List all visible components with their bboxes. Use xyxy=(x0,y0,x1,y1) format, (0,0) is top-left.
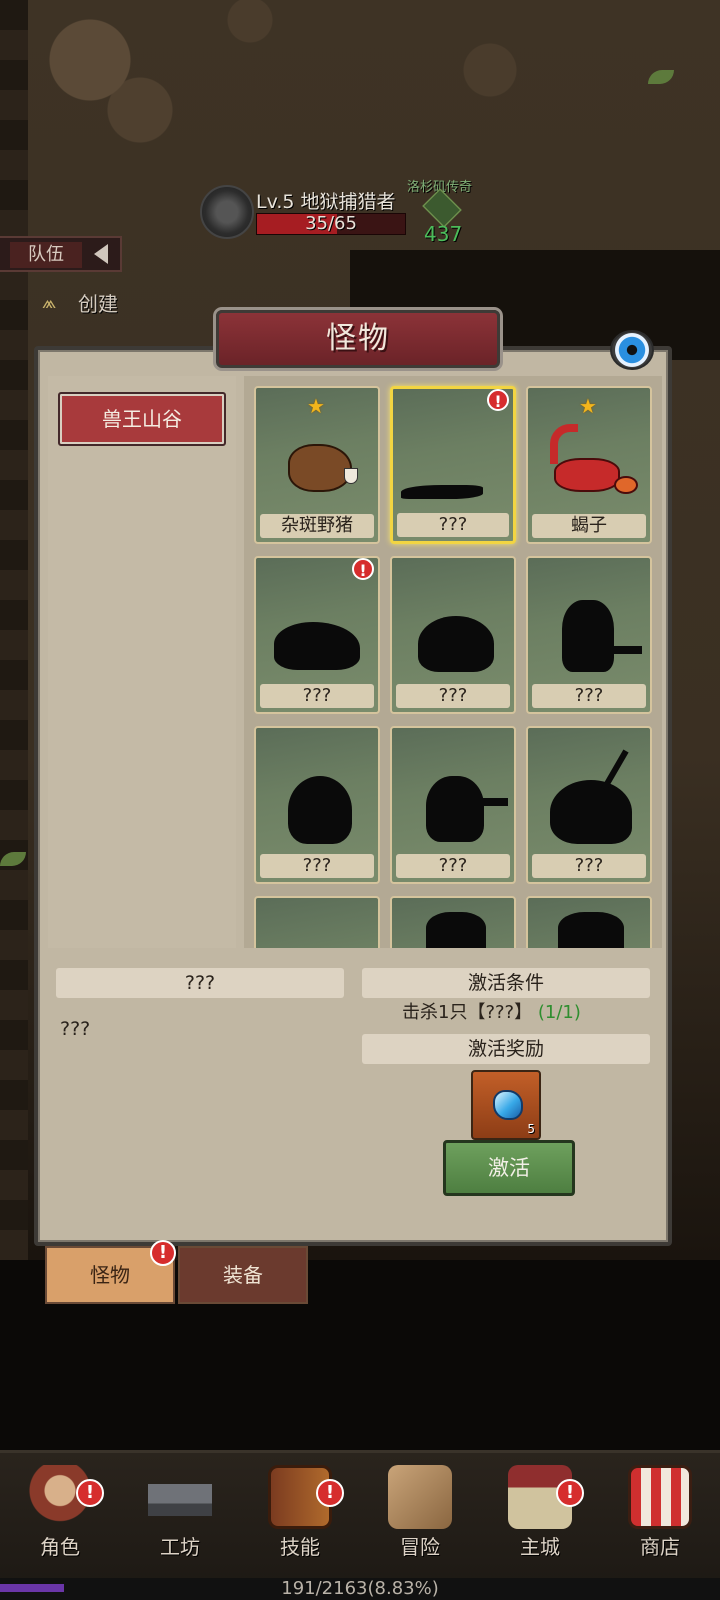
nav-label: 冒险 xyxy=(400,1535,440,1559)
ally-power: 437 xyxy=(424,222,463,246)
reward-title: 激活奖励 xyxy=(362,1034,650,1064)
enemy-avatar xyxy=(200,185,254,239)
condition-title: 激活条件 xyxy=(362,968,650,998)
monster-card[interactable] xyxy=(390,896,516,948)
monster-card[interactable]: ! ??? xyxy=(254,556,380,714)
map-leaf xyxy=(648,70,674,84)
xp-bar: 191/2163(8.83%) xyxy=(0,1578,720,1600)
star-icon: ★ xyxy=(579,394,597,418)
tab-equip[interactable]: 装备 xyxy=(178,1246,308,1304)
activate-button[interactable]: 激活 xyxy=(443,1140,575,1196)
monster-card[interactable]: ??? xyxy=(526,726,652,884)
nav-item-adventure[interactable]: 冒险 xyxy=(360,1465,480,1585)
scorpion-claw xyxy=(614,476,638,494)
monster-silhouette xyxy=(274,622,360,670)
adventure-map-icon xyxy=(388,1465,452,1529)
monster-name: ??? xyxy=(396,684,510,708)
condition-progress: (1/1) xyxy=(537,1002,581,1023)
monster-name: ??? xyxy=(396,854,510,878)
create-team-button[interactable]: ⩕ 创建 xyxy=(42,288,162,318)
boar-tusk xyxy=(344,468,358,484)
nav-label: 商店 xyxy=(640,1535,680,1559)
alert-badge: ! xyxy=(556,1479,584,1507)
tent-icon: ⩕ xyxy=(42,292,57,313)
create-label: 创建 xyxy=(78,292,118,316)
nav-item-character[interactable]: ! 角色 xyxy=(0,1465,120,1585)
monster-name: 蝎子 xyxy=(532,514,646,538)
monster-card[interactable]: ★ 蝎子 xyxy=(526,386,652,544)
monster-info: ??? ??? 激活条件 击杀1只【???】 (1/1) 激活奖励 5 激活 xyxy=(48,956,660,1208)
collapse-arrow-icon[interactable] xyxy=(94,244,108,264)
monster-silhouette xyxy=(601,749,629,791)
region-list: 兽王山谷 xyxy=(48,376,236,948)
monster-name: ??? xyxy=(532,684,646,708)
monster-silhouette xyxy=(288,776,352,844)
condition-text: 击杀1只【???】 (1/1) xyxy=(402,998,581,1024)
monster-description: ??? xyxy=(60,1018,91,1040)
monster-silhouette xyxy=(550,780,632,844)
anvil-icon xyxy=(148,1465,212,1529)
alert-badge: ! xyxy=(76,1479,104,1507)
region-label: 兽王山谷 xyxy=(102,407,182,431)
monster-silhouette xyxy=(558,912,624,948)
scorpion-tail xyxy=(550,424,578,464)
monster-silhouette xyxy=(418,616,494,672)
monster-card[interactable] xyxy=(254,896,380,948)
monster-silhouette xyxy=(478,798,508,806)
monster-card[interactable]: ??? xyxy=(390,726,516,884)
enemy-hp-text: 35/65 xyxy=(305,213,357,234)
eye-icon[interactable] xyxy=(610,330,654,370)
blue-gem-icon xyxy=(493,1090,523,1120)
nav-label: 工坊 xyxy=(160,1535,200,1559)
nav-item-main-city[interactable]: ! 主城 xyxy=(480,1465,600,1585)
nav-label: 角色 xyxy=(40,1535,80,1559)
monster-name: ??? xyxy=(532,854,646,878)
team-tab[interactable]: 队伍 xyxy=(0,236,122,272)
monster-name: ??? xyxy=(397,513,509,537)
enemy-name: Lv.5 地狱捕猎者 xyxy=(256,191,396,213)
reward-item[interactable]: 5 xyxy=(471,1070,541,1140)
alert-badge: ! xyxy=(316,1479,344,1507)
monster-silhouette xyxy=(612,646,642,654)
condition-desc: 击杀1只【???】 xyxy=(402,1002,533,1023)
alert-badge: ! xyxy=(487,389,509,411)
monster-card[interactable]: ??? xyxy=(254,726,380,884)
monster-name: ??? xyxy=(260,854,374,878)
nav-label: 主城 xyxy=(520,1535,560,1559)
region-item[interactable]: 兽王山谷 xyxy=(58,392,226,446)
monster-grid[interactable]: ★ 杂斑野猪 ! ??? ★ 蝎子 ! ??? ??? ??? ??? ??? xyxy=(244,376,662,948)
monster-card[interactable]: ★ 杂斑野猪 xyxy=(254,386,380,544)
reward-count: 5 xyxy=(527,1122,535,1136)
selected-monster-name: ??? xyxy=(56,968,344,998)
monster-silhouette xyxy=(426,912,486,948)
nav-label: 技能 xyxy=(280,1535,320,1559)
nav-item-shop[interactable]: 商店 xyxy=(600,1465,720,1585)
nav-item-workshop[interactable]: 工坊 xyxy=(120,1465,240,1585)
alert-badge: ! xyxy=(150,1240,176,1266)
boar-sprite xyxy=(288,444,352,492)
monster-card[interactable]: ! ??? xyxy=(390,386,516,544)
panel-title-banner: 怪物 xyxy=(216,310,500,368)
monster-silhouette xyxy=(401,485,483,499)
monster-card[interactable]: ??? xyxy=(390,556,516,714)
xp-text: 191/2163(8.83%) xyxy=(281,1578,439,1599)
shop-icon xyxy=(628,1465,692,1529)
monster-name: 杂斑野猪 xyxy=(260,514,374,538)
map-wall xyxy=(0,0,28,1260)
team-label: 队伍 xyxy=(10,242,82,268)
star-icon: ★ xyxy=(307,394,325,418)
alert-badge: ! xyxy=(352,558,374,580)
monster-silhouette xyxy=(562,600,614,672)
nav-item-skills[interactable]: ! 技能 xyxy=(240,1465,360,1585)
panel-title: 怪物 xyxy=(326,321,390,356)
monster-name: ??? xyxy=(260,684,374,708)
monster-card[interactable]: ??? xyxy=(526,556,652,714)
monster-silhouette xyxy=(426,776,484,842)
monster-card[interactable] xyxy=(526,896,652,948)
